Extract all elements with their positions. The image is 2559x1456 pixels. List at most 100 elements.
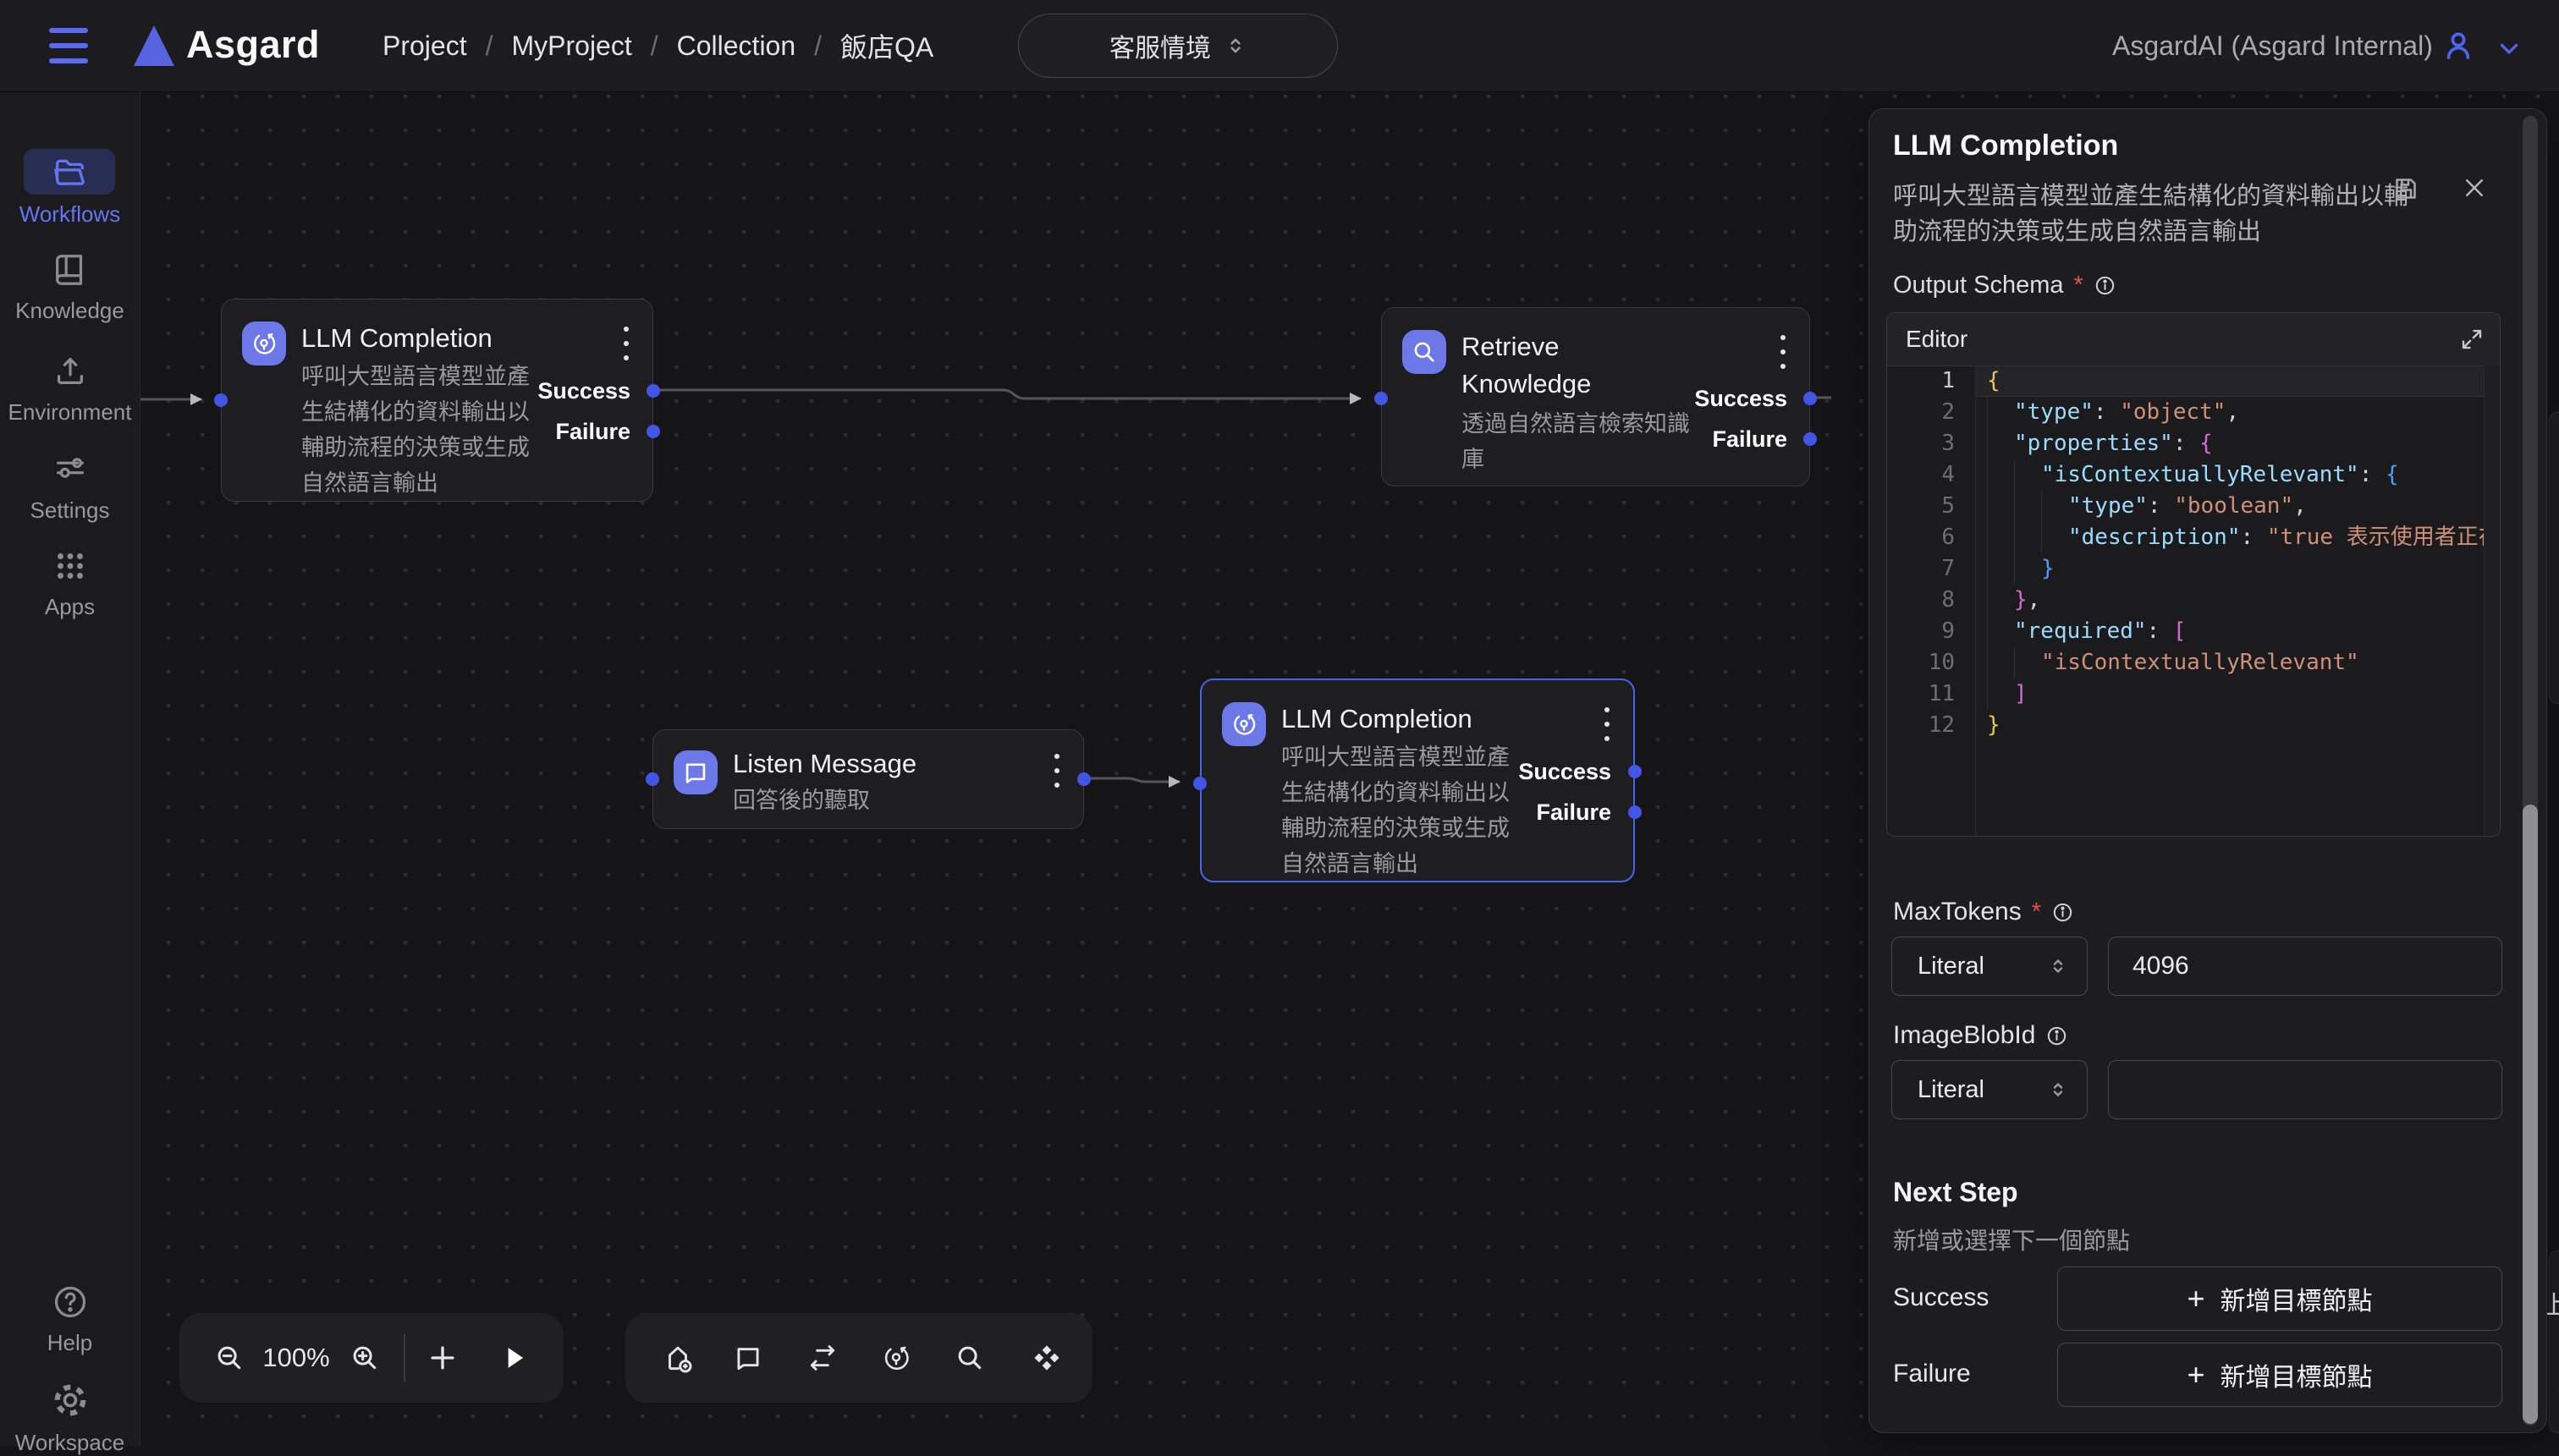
node-llm-completion-1[interactable]: LLM Completion 呼叫大型語言模型並產生結構化的資料輸出以輔助流程的… — [221, 299, 653, 502]
code-line[interactable]: 4"isContextuallyRelevant": { — [1887, 459, 2500, 491]
maxtokens-mode-select[interactable]: Literal — [1891, 937, 2088, 996]
code-line[interactable]: 10"isContextuallyRelevant" — [1887, 647, 2500, 679]
sidebar-label-environment[interactable]: Environment — [0, 399, 140, 426]
sidebar-item-environment[interactable] — [0, 352, 140, 395]
sidebar-item-workspace[interactable] — [0, 1381, 140, 1424]
port-label-success: Success — [537, 378, 630, 404]
node-title: Listen Message — [733, 745, 916, 783]
search-icon[interactable] — [954, 1342, 986, 1378]
input-port[interactable] — [1193, 777, 1207, 790]
sidebar-label-settings[interactable]: Settings — [0, 497, 140, 524]
node-menu-icon[interactable] — [1053, 754, 1061, 788]
add-target-node-failure-button[interactable]: + 新增目標節點 — [2057, 1343, 2502, 1407]
code-line[interactable]: 7} — [1887, 553, 2500, 585]
breadcrumb-item-collection[interactable]: Collection — [677, 30, 796, 62]
select-chevrons-icon — [2048, 956, 2068, 976]
node-llm-completion-2[interactable]: LLM Completion 呼叫大型語言模型並產生結構化的資料輸出以輔助流程的… — [1200, 679, 1635, 882]
code-line[interactable]: 5"type": "boolean", — [1887, 491, 2500, 522]
zoom-out-icon[interactable] — [213, 1342, 245, 1378]
editor-header: Editor — [1887, 313, 2500, 366]
output-port[interactable] — [1077, 772, 1091, 786]
code-line[interactable]: 1{ — [1887, 365, 2500, 397]
comment-icon[interactable] — [732, 1342, 764, 1378]
imageblobid-mode-select[interactable]: Literal — [1891, 1060, 2088, 1119]
port-label-failure: Failure — [1712, 426, 1787, 452]
code-text: }, — [1975, 585, 2500, 616]
llm-tool-icon[interactable] — [880, 1342, 912, 1378]
failure-port[interactable] — [647, 425, 660, 438]
account-chevron-down-icon[interactable] — [2495, 34, 2523, 63]
sidebar-item-settings[interactable] — [0, 448, 140, 492]
node-listen-message[interactable]: Listen Message 回答後的聽取 — [652, 729, 1084, 829]
environment-select[interactable]: 客服情境 — [1018, 14, 1338, 78]
code-line[interactable]: 8}, — [1887, 585, 2500, 616]
breadcrumb-item-myproject[interactable]: MyProject — [511, 30, 631, 62]
line-number: 11 — [1887, 679, 1975, 710]
info-icon[interactable] — [2051, 901, 2074, 924]
zoom-in-icon[interactable] — [349, 1342, 381, 1378]
code-editor[interactable]: 1{2"type": "object",3"properties": {4"is… — [1887, 365, 2500, 836]
node-menu-icon[interactable] — [622, 327, 630, 360]
code-text: "type": "boolean", — [1975, 491, 2500, 522]
node-retrieve-knowledge[interactable]: Retrieve Knowledge 透過自然語言檢索知識庫 Success F… — [1381, 307, 1810, 486]
save-icon[interactable] — [2391, 173, 2421, 208]
sidebar-label-workspace[interactable]: Workspace — [0, 1430, 140, 1456]
breadcrumb-item-current[interactable]: 飯店QA — [840, 26, 933, 65]
swap-arrows-icon[interactable] — [806, 1342, 839, 1378]
next-step-success-label: Success — [1893, 1266, 1989, 1329]
user-avatar-icon[interactable] — [2441, 28, 2476, 63]
sidebar-label-apps[interactable]: Apps — [0, 594, 140, 620]
code-text: "description": "true 表示使用者正在詢問的 — [1975, 522, 2500, 553]
code-line[interactable]: 3"properties": { — [1887, 428, 2500, 459]
code-line[interactable]: 6"description": "true 表示使用者正在詢問的 — [1887, 522, 2500, 553]
success-port[interactable] — [1628, 765, 1642, 778]
zoom-toolbar: 100% — [179, 1313, 564, 1403]
failure-port[interactable] — [1628, 805, 1642, 819]
node-title: Retrieve Knowledge — [1461, 328, 1673, 403]
code-text: "isContextuallyRelevant" — [1975, 647, 2500, 679]
node-menu-icon[interactable] — [1779, 335, 1787, 369]
code-text: "properties": { — [1975, 428, 2500, 459]
sidebar-item-knowledge[interactable] — [0, 250, 140, 294]
required-marker: * — [2074, 272, 2083, 299]
code-line[interactable]: 11] — [1887, 679, 2500, 710]
sidebar-label-help[interactable]: Help — [0, 1330, 140, 1356]
menu-icon[interactable] — [49, 28, 88, 63]
sidebar-label-knowledge[interactable]: Knowledge — [0, 298, 140, 324]
breadcrumb-item-project[interactable]: Project — [382, 30, 467, 62]
code-text: "required": [ — [1975, 616, 2500, 647]
close-icon[interactable] — [2462, 175, 2487, 205]
editor-scrollbar[interactable] — [2484, 365, 2500, 836]
info-icon[interactable] — [2045, 1025, 2068, 1047]
input-port[interactable] — [1374, 392, 1388, 405]
success-port[interactable] — [1803, 392, 1817, 405]
retrieve-knowledge-icon — [1402, 330, 1446, 374]
expand-icon[interactable] — [2459, 327, 2485, 356]
info-icon[interactable] — [2094, 274, 2116, 297]
input-port[interactable] — [214, 393, 228, 407]
plus-icon: + — [2187, 1360, 2204, 1390]
code-line[interactable]: 9"required": [ — [1887, 616, 2500, 647]
asgard-logo-icon — [134, 25, 174, 66]
sidebar-label-workflows[interactable]: Workflows — [0, 201, 140, 228]
auto-layout-icon[interactable] — [1031, 1342, 1063, 1378]
node-description: 回答後的聽取 — [733, 783, 1037, 818]
input-port[interactable] — [646, 772, 659, 786]
imageblobid-input[interactable] — [2108, 1060, 2502, 1119]
panel-scrollbar-thumb[interactable] — [2523, 805, 2538, 1424]
line-number: 9 — [1887, 616, 1975, 647]
node-menu-icon[interactable] — [1603, 707, 1611, 741]
code-line[interactable]: 12} — [1887, 710, 2500, 741]
failure-port[interactable] — [1803, 432, 1817, 446]
add-home-node-icon[interactable] — [662, 1342, 694, 1378]
success-port[interactable] — [647, 384, 660, 398]
run-workflow-icon[interactable] — [498, 1342, 530, 1378]
sidebar-item-help[interactable] — [0, 1283, 140, 1326]
sidebar-item-apps[interactable] — [0, 547, 140, 590]
clipped-node-fragment — [2549, 412, 2559, 704]
maxtokens-input[interactable] — [2108, 937, 2502, 996]
code-line[interactable]: 2"type": "object", — [1887, 397, 2500, 428]
add-node-icon[interactable] — [426, 1342, 459, 1378]
required-marker: * — [2032, 898, 2041, 926]
add-target-node-success-button[interactable]: + 新增目標節點 — [2057, 1266, 2502, 1331]
